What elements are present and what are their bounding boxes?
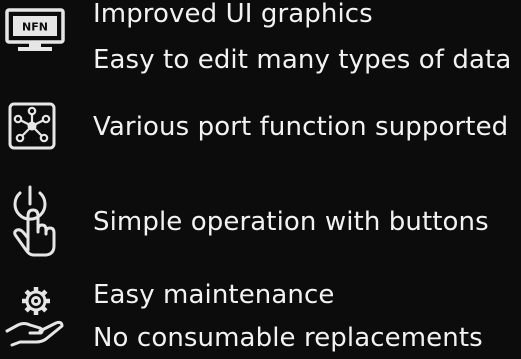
network-hub-icon [8,102,56,150]
feature-line-maintenance: Easy maintenance [93,280,335,310]
feature-line-easy-edit: Easy to edit many types of data [93,45,512,75]
gear-hand-icon [4,283,68,347]
feature-line-improved-ui: Improved UI graphics [93,0,373,29]
feature-line-no-consumables: No consumable replacements [93,323,483,353]
monitor-icon-text: NFN [22,21,48,34]
monitor-icon: NFN [4,8,66,52]
feature-line-buttons: Simple operation with buttons [93,207,489,237]
feature-line-ports: Various port function supported [93,112,509,142]
touch-power-icon [10,184,60,258]
